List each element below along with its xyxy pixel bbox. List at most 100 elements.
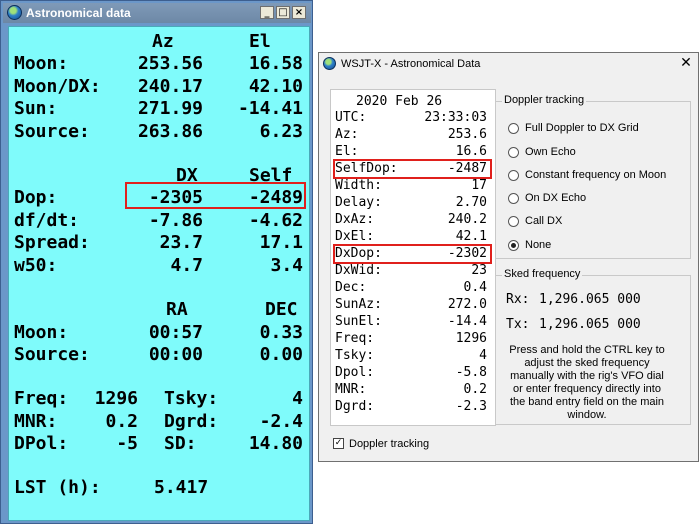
field-value: -5.8 <box>455 365 487 380</box>
az-value: 263.86 <box>137 121 203 142</box>
selfdop-highlight-box <box>333 159 492 179</box>
astro-values-panel: 2020 Feb 26 UTC: 23:33:03 Az: 253.6 El: … <box>330 89 496 426</box>
checkbox-label: Doppler tracking <box>349 438 430 450</box>
self-value: 3.4 <box>270 255 303 276</box>
maximize-button[interactable]: □ <box>276 6 290 19</box>
field-label: Dgrd: <box>335 399 375 414</box>
group-title: Doppler tracking <box>502 94 587 106</box>
self-value: -4.62 <box>248 210 303 231</box>
field-label: El: <box>335 144 359 159</box>
row-label: Sun: <box>14 98 58 119</box>
doppler-tracking-group: Doppler tracking Full Doppler to DX Grid… <box>495 94 691 259</box>
field-value: 0.4 <box>463 280 487 295</box>
mnr-label: MNR: <box>14 411 58 432</box>
close-button[interactable]: × <box>292 6 306 19</box>
dx-value: 23.7 <box>159 232 203 253</box>
dpol-label: DPol: <box>14 433 69 454</box>
wsjtx-astronomical-data-window: WSJT-X - Astronomical Data ✕ 2020 Feb 26… <box>318 52 699 462</box>
field-label: Width: <box>335 178 382 193</box>
field-label: Dec: <box>335 280 367 295</box>
dx-value: 4.7 <box>170 255 203 276</box>
el-value: 6.23 <box>259 121 303 142</box>
field-label: SunAz: <box>335 297 382 312</box>
close-button[interactable]: ✕ <box>678 56 694 71</box>
title-bar[interactable]: WSJT-X - Astronomical Data ✕ <box>319 53 698 75</box>
mnr-value: 0.2 <box>105 411 138 432</box>
tx-label: Tx: <box>506 317 530 332</box>
ra-value: 00:57 <box>148 322 203 343</box>
dec-value: 0.00 <box>259 344 303 365</box>
field-label: DxWid: <box>335 263 382 278</box>
field-value: 2.70 <box>455 195 487 210</box>
lst-label: LST (h): <box>14 477 101 498</box>
field-label: DxAz: <box>335 212 375 227</box>
field-label: Delay: <box>335 195 382 210</box>
field-label: Freq: <box>335 331 375 346</box>
window-title: Astronomical data <box>26 6 131 20</box>
rx-label: Rx: <box>506 292 530 307</box>
field-value: 0.2 <box>463 382 487 397</box>
field-value: 16.6 <box>455 144 487 159</box>
radio-label: Constant frequency on Moon <box>525 169 667 181</box>
header-ra: RA <box>166 299 188 320</box>
radio-button[interactable] <box>508 216 519 227</box>
row-label: Moon/DX: <box>14 76 101 97</box>
radio-label: On DX Echo <box>525 192 587 204</box>
self-value: 17.1 <box>259 232 303 253</box>
globe-icon <box>7 5 22 20</box>
dec-value: 0.33 <box>259 322 303 343</box>
field-value: 23 <box>471 263 487 278</box>
el-value: 42.10 <box>248 76 303 97</box>
radio-label: Full Doppler to DX Grid <box>525 122 639 134</box>
dgrd-value: -2.4 <box>259 411 303 432</box>
dxdop-highlight-box <box>333 244 492 264</box>
radio-label: Call DX <box>525 215 563 227</box>
field-value: 240.2 <box>447 212 487 227</box>
header-el: El <box>249 31 271 52</box>
lst-value: 5.417 <box>154 477 209 498</box>
field-label: UTC: <box>335 110 367 125</box>
field-label: Tsky: <box>335 348 375 363</box>
field-label: Dpol: <box>335 365 375 380</box>
field-value: 1296 <box>455 331 487 346</box>
checkbox-box[interactable]: ✓ <box>333 438 344 449</box>
freq-label: Freq: <box>14 388 69 409</box>
az-value: 253.56 <box>137 53 203 74</box>
field-value: 17 <box>471 178 487 193</box>
field-value: -14.4 <box>447 314 487 329</box>
data-panel: Az El Moon: 253.56 16.58 Moon/DX: 240.17… <box>8 26 310 521</box>
sked-frequency-group: Sked frequency Rx: 1,296.065 000 Tx: 1,2… <box>495 268 691 425</box>
row-label: Moon: <box>14 322 69 343</box>
radio-button[interactable] <box>508 170 519 181</box>
astronomical-data-window: Astronomical data _ □ × Az El Moon: 253.… <box>0 0 313 524</box>
group-title: Sked frequency <box>502 268 583 280</box>
tsky-value: 4 <box>292 388 303 409</box>
radio-button[interactable] <box>508 193 519 204</box>
utc-value: 23:33:03 <box>424 110 487 125</box>
row-label: Source: <box>14 344 90 365</box>
field-value: 42.1 <box>455 229 487 244</box>
tx-frequency: 1,296.065 000 <box>539 317 641 332</box>
tsky-label: Tsky: <box>164 388 219 409</box>
date: 2020 Feb 26 <box>356 94 443 109</box>
header-az: Az <box>152 31 174 52</box>
radio-button[interactable] <box>508 147 519 158</box>
header-dec: DEC <box>265 299 298 320</box>
field-label: MNR: <box>335 382 367 397</box>
row-label: df/dt: <box>14 210 80 231</box>
sd-value: 14.80 <box>248 433 303 454</box>
row-label: Moon: <box>14 53 69 74</box>
field-value: 4 <box>479 348 487 363</box>
freq-value: 1296 <box>94 388 138 409</box>
doppler-highlight-box <box>125 182 306 209</box>
field-label: DxEl: <box>335 229 375 244</box>
title-bar[interactable]: Astronomical data _ □ × <box>3 3 311 23</box>
radio-button[interactable] <box>508 123 519 134</box>
radio-button-selected[interactable] <box>508 240 519 251</box>
el-value: 16.58 <box>248 53 303 74</box>
minimize-button[interactable]: _ <box>260 6 274 19</box>
radio-label: None <box>525 239 552 251</box>
dgrd-label: Dgrd: <box>164 411 219 432</box>
row-label: Dop: <box>14 187 58 208</box>
rx-frequency: 1,296.065 000 <box>539 292 641 307</box>
